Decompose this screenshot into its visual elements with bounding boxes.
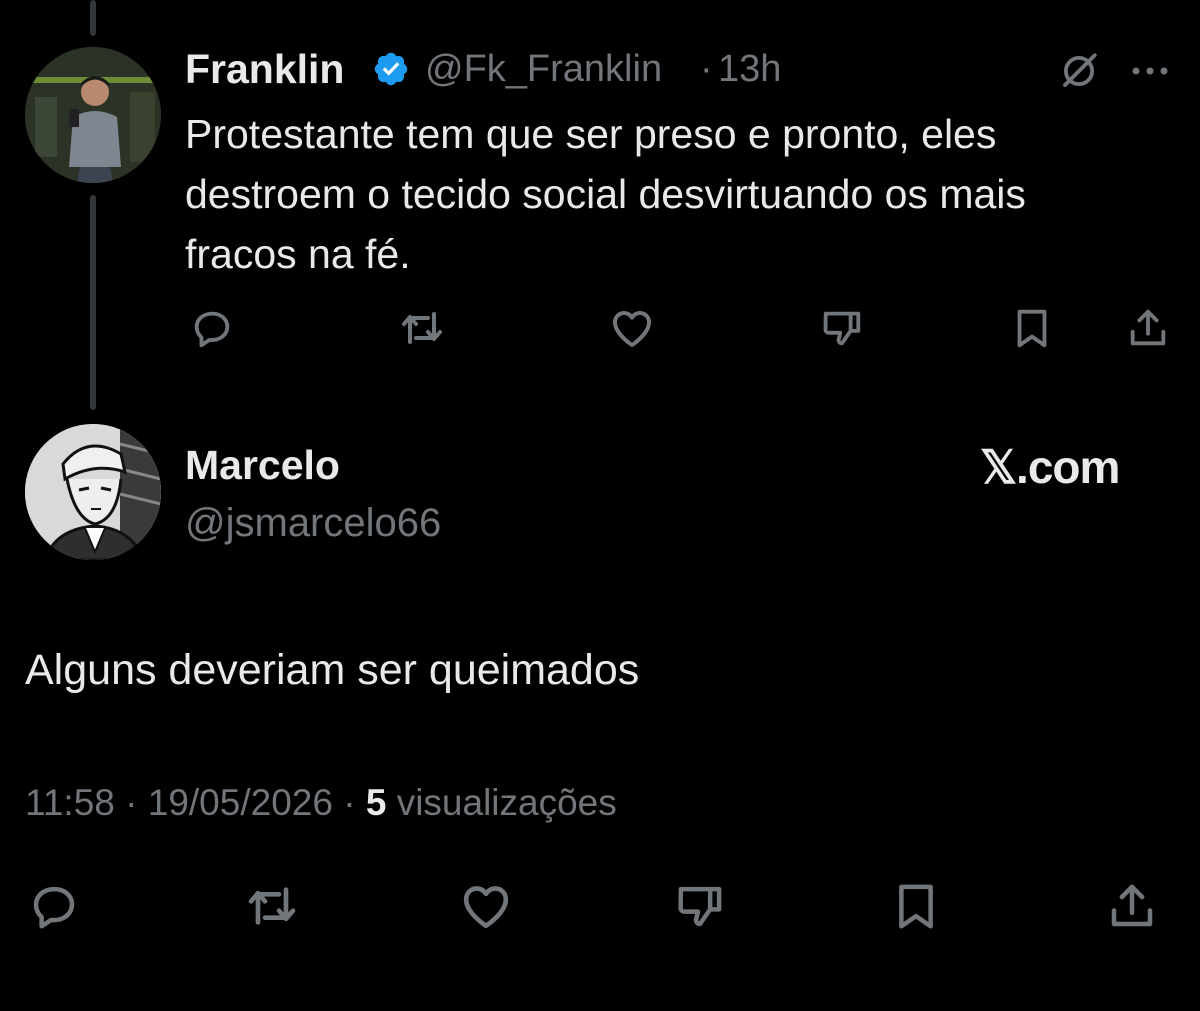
reply-reply-button[interactable] bbox=[24, 876, 84, 936]
avatar-photo-icon bbox=[25, 47, 161, 183]
grok-icon[interactable] bbox=[1058, 50, 1100, 92]
reply-author-name[interactable]: Marcelo bbox=[185, 440, 340, 490]
repost-icon bbox=[248, 887, 296, 925]
bookmark-icon bbox=[1017, 309, 1047, 348]
reply-author-handle[interactable]: @jsmarcelo66 bbox=[185, 498, 441, 548]
avatar-franklin[interactable] bbox=[25, 47, 161, 183]
meta-separator-1: · bbox=[125, 782, 138, 823]
parent-like-button[interactable] bbox=[602, 298, 662, 358]
parent-text-line-3: fracos na fé. bbox=[185, 231, 411, 277]
parent-repost-button[interactable] bbox=[392, 298, 452, 358]
views-count: 5 bbox=[365, 782, 387, 823]
parent-text-line-1: Protestante tem que ser preso e pronto, … bbox=[185, 111, 997, 157]
parent-text-line-2: destroem o tecido social desvirtuando os… bbox=[185, 171, 1026, 217]
parent-post-time[interactable]: 13h bbox=[718, 44, 781, 94]
share-icon bbox=[1130, 309, 1166, 346]
verified-badge-icon bbox=[372, 50, 410, 88]
like-icon bbox=[463, 886, 509, 929]
parent-time-separator: · bbox=[700, 48, 713, 90]
reply-dislike-button[interactable] bbox=[670, 876, 730, 936]
avatar-drawing-icon bbox=[25, 424, 161, 560]
meta-separator-2: · bbox=[343, 782, 356, 823]
views-label: visualizações bbox=[396, 782, 617, 823]
parent-post-text: Protestante tem que ser preso e pronto, … bbox=[185, 104, 1026, 284]
share-icon bbox=[1111, 884, 1153, 927]
dislike-icon bbox=[678, 886, 722, 927]
reply-like-button[interactable] bbox=[456, 876, 516, 936]
reply-icon bbox=[33, 886, 75, 929]
dislike-icon bbox=[823, 311, 861, 346]
parent-share-button[interactable] bbox=[1118, 298, 1178, 358]
parent-author-name[interactable]: Franklin bbox=[185, 44, 344, 94]
parent-bookmark-button[interactable] bbox=[1002, 298, 1062, 358]
bookmark-icon bbox=[899, 884, 933, 929]
like-icon bbox=[613, 311, 651, 347]
parent-reply-button[interactable] bbox=[182, 298, 242, 358]
more-icon[interactable] bbox=[1128, 56, 1172, 86]
x-brand-logo: 𝕏.com bbox=[980, 441, 1120, 493]
thread-line-top bbox=[90, 0, 96, 36]
parent-author-handle[interactable]: @Fk_Franklin bbox=[425, 44, 662, 94]
reply-post-date[interactable]: 19/05/2026 bbox=[148, 782, 333, 823]
reply-post-time[interactable]: 11:58 bbox=[25, 782, 115, 823]
avatar-marcelo[interactable] bbox=[25, 424, 161, 560]
parent-dislike-button[interactable] bbox=[812, 298, 872, 358]
reply-bookmark-button[interactable] bbox=[886, 876, 946, 936]
reply-post-text: Alguns deveriam ser queimados bbox=[25, 646, 640, 694]
thread-line bbox=[90, 195, 96, 410]
reply-icon bbox=[194, 311, 230, 348]
reply-repost-button[interactable] bbox=[242, 876, 302, 936]
repost-icon bbox=[402, 312, 442, 344]
reply-share-button[interactable] bbox=[1102, 876, 1162, 936]
reply-post-meta: 11:58 · 19/05/2026 · 5 visualizações bbox=[25, 778, 617, 828]
